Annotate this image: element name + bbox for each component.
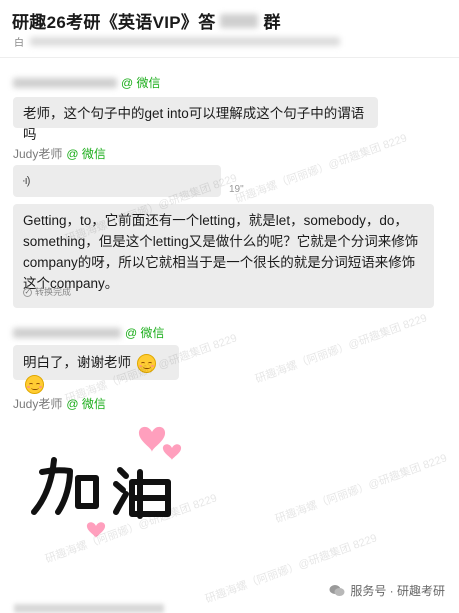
message-text: 老师，这个句子中的get into可以理解成这个句子中的谓语吗 [23, 106, 365, 142]
message-sender: @ 微信 [13, 74, 161, 91]
transcript-status: ✓ 转换完成 [23, 282, 71, 303]
voice-wave-icon: ·ı) [22, 175, 30, 187]
redacted-sender-name [13, 327, 121, 338]
message-text: 明白了，谢谢老师 [23, 355, 131, 370]
chat-title: 研趣26考研《英语VIP》答 [12, 13, 216, 32]
redacted-subtitle [30, 37, 340, 46]
account-footer: 服务号 · 研趣考研 [329, 582, 445, 599]
sender-source: @ 微信 [66, 147, 106, 161]
chat-header: 研趣26考研《英语VIP》答 群 白 [0, 0, 459, 58]
check-icon: ✓ [23, 288, 32, 297]
chat-title-tail: 群 [263, 13, 281, 32]
heart-icon [138, 426, 166, 452]
sender-source: @ 微信 [125, 326, 165, 340]
transcript-status-label: 转换完成 [35, 287, 72, 297]
wechat-icon [329, 585, 345, 596]
sender-name: Judy老师 [13, 397, 63, 411]
watermark: 研趣海螺（阿丽娜）@研趣集团 8229 [233, 132, 409, 206]
watermark: 研趣海螺（阿丽娜）@研趣集团 8229 [253, 312, 429, 386]
heart-icon [162, 444, 182, 460]
redacted-next-message [14, 604, 164, 613]
redacted-sender-name [13, 77, 117, 88]
transcript-text: Getting，to，它前面还有一个letting，就是let，somebody… [23, 213, 419, 291]
sender-name: Judy老师 [13, 147, 63, 161]
sticker-text: 加油 [20, 420, 22, 421]
message-sender: @ 微信 [13, 324, 165, 341]
message-bubble[interactable]: 老师，这个句子中的get into可以理解成这个句子中的谓语吗 [13, 97, 378, 142]
account-name: 服务号 · 研趣考研 [350, 584, 445, 598]
watermark: 研趣海螺（阿丽娜）@研趣集团 8229 [273, 452, 449, 526]
message-sender: Judy老师 @ 微信 [13, 145, 106, 162]
voice-transcript[interactable]: Getting，to，它前面还有一个letting，就是let，somebody… [13, 204, 434, 308]
chat-subtitle-prefix: 白 [14, 38, 24, 49]
smile-emoji-icon [25, 374, 44, 394]
sender-source: @ 微信 [121, 76, 161, 90]
redacted-title-part [219, 13, 258, 28]
